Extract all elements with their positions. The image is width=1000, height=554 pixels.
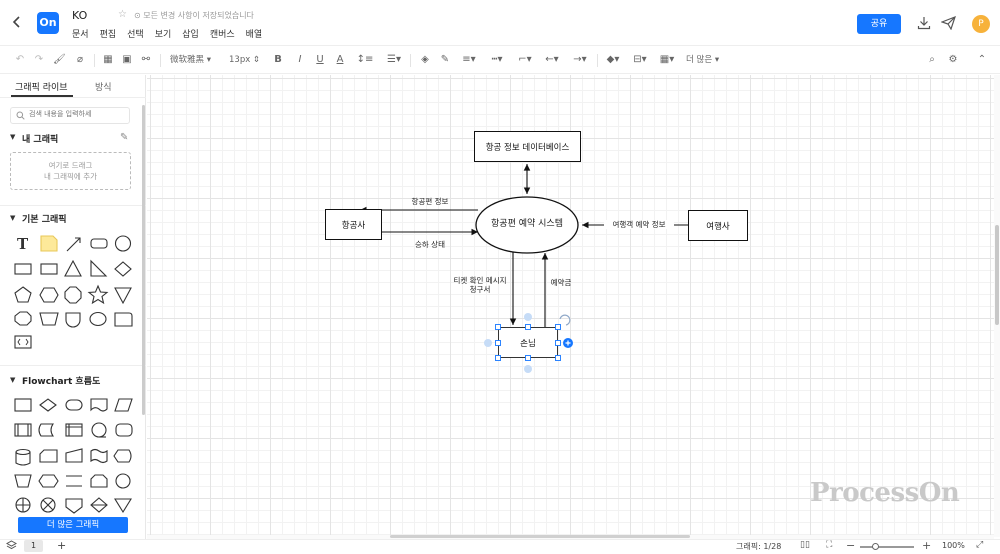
- add-page-icon[interactable]: +: [57, 539, 66, 552]
- zoom-level[interactable]: 100%: [942, 541, 965, 550]
- layers-icon[interactable]: [6, 540, 17, 551]
- page-tab[interactable]: 1: [24, 540, 43, 552]
- system-node-label: 항공편 예약 시스템: [491, 219, 563, 229]
- zoom-out-icon[interactable]: −: [846, 539, 855, 552]
- zoom-in-icon[interactable]: +: [922, 539, 931, 552]
- zoom-slider-thumb[interactable]: [872, 543, 879, 550]
- database-node[interactable]: 항공 정보 데이터베이스: [474, 131, 581, 162]
- edge-label-ticket-line2: 청구서: [469, 285, 491, 294]
- book-icon[interactable]: ▯▯: [800, 540, 810, 550]
- agency-node[interactable]: 여행사: [688, 210, 748, 241]
- horizontal-scrollbar-thumb[interactable]: [390, 535, 690, 538]
- zoom-slider-track[interactable]: [860, 546, 914, 548]
- database-node-label: 항공 정보 데이터베이스: [485, 142, 570, 153]
- fit-page-icon[interactable]: ⛶: [826, 540, 832, 550]
- shape-count: 그래픽: 1/28: [736, 542, 782, 551]
- edge-label-ticket-line1: 티켓 확인 메시지: [453, 276, 507, 285]
- airline-node[interactable]: 항공사: [325, 209, 382, 240]
- vertical-scrollbar-thumb[interactable]: [995, 225, 999, 325]
- edge-label-boarding-status: 승하 상태: [415, 240, 445, 249]
- fullscreen-icon[interactable]: ⤢: [976, 540, 983, 550]
- processon-watermark: ProcessOn: [810, 478, 960, 508]
- edge-label-flight-info: 항공편 정보: [411, 197, 449, 206]
- edge-label-payment: 예약금: [550, 278, 572, 287]
- airline-node-label: 항공사: [341, 220, 366, 231]
- selection-handles[interactable]: [480, 313, 580, 375]
- edge-label-ticket: 티켓 확인 메시지 청구서: [449, 276, 511, 294]
- agency-node-label: 여행사: [706, 221, 730, 232]
- edge-label-traveler-info: 여행객 예약 정보: [604, 220, 674, 229]
